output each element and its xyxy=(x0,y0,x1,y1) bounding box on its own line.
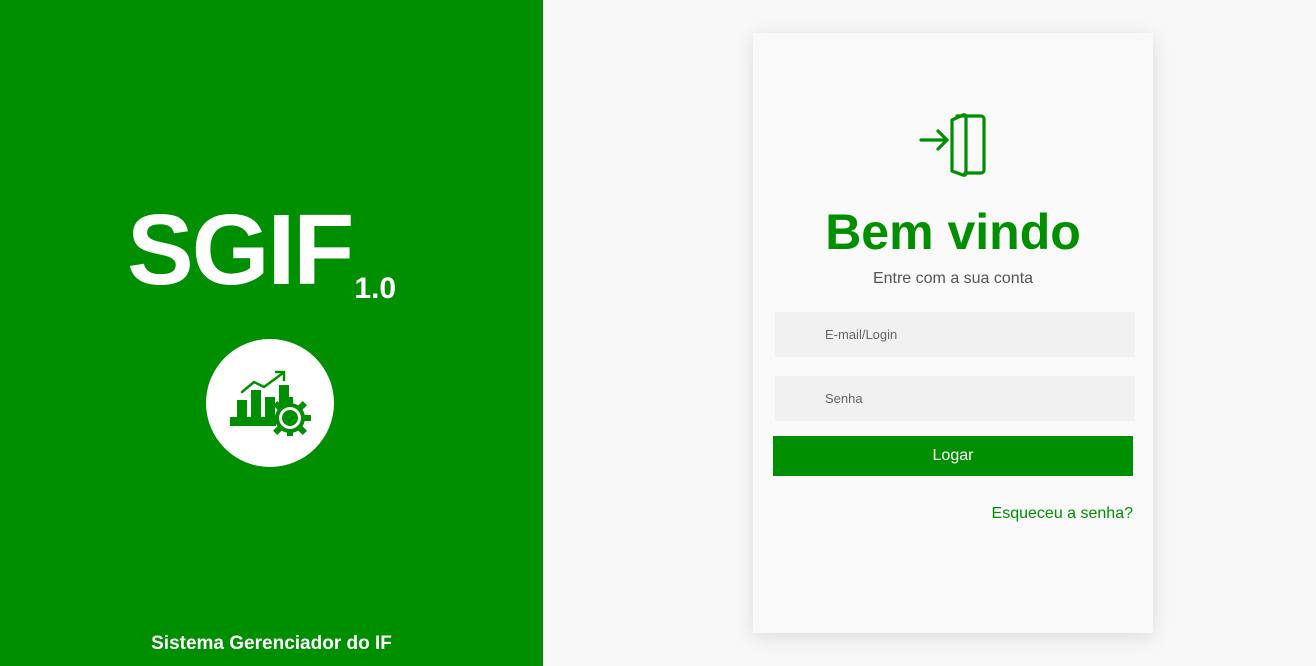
brand-logo xyxy=(206,339,334,467)
welcome-subtitle: Entre com a sua conta xyxy=(872,270,1034,287)
chart-gear-icon xyxy=(230,370,311,436)
brand-title: SGIF 1.0 xyxy=(127,194,396,306)
app-version: 1.0 xyxy=(354,272,397,305)
brand-panel: SGIF 1.0 Sistema Gerenciador do IF xyxy=(0,0,543,666)
login-door-icon xyxy=(919,113,986,177)
brand-footer: Sistema Gerenciador do IF xyxy=(151,633,392,654)
login-card: Bem vindo Entre com a sua conta Logar Es… xyxy=(753,33,1153,633)
password-input[interactable] xyxy=(775,376,1135,421)
app-name: SGIF xyxy=(127,194,354,306)
login-page: SGIF 1.0 Sistema Gerenciador do IF Bem v… xyxy=(0,0,1316,666)
login-button[interactable]: Logar xyxy=(773,436,1133,476)
forgot-password-link[interactable]: Esqueceu a senha? xyxy=(992,505,1133,523)
email-login-input[interactable] xyxy=(775,312,1135,357)
login-area: Bem vindo Entre com a sua conta Logar Es… xyxy=(543,0,1316,666)
welcome-title: Bem vindo xyxy=(825,204,1081,260)
